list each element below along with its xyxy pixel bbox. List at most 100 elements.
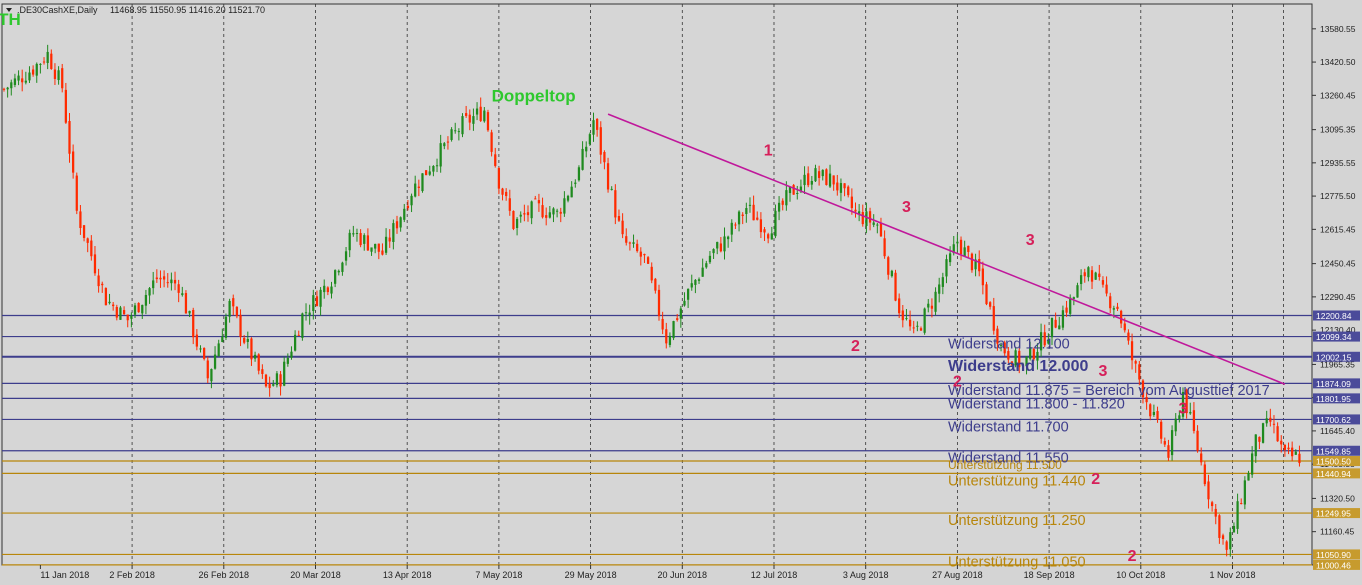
candle-body [272,384,275,386]
y-tick-label: 12935.55 [1320,158,1356,168]
y-tick-label: 12615.45 [1320,224,1356,234]
x-tick-label: 1 Nov 2018 [1209,570,1255,580]
candle-body [970,253,974,271]
candle-body [636,243,639,252]
candle-body [301,313,304,338]
candle-body [1207,481,1210,500]
candle-body [144,294,148,306]
candle-body [64,89,67,123]
y-tick-label: 11160.45 [1320,527,1354,537]
candle-body [992,306,995,331]
candle-body [122,310,126,315]
candle-body [865,211,868,227]
wave-label: 2 [1091,471,1100,488]
candle-body [1069,297,1072,314]
candle-body [1094,272,1097,280]
candle-body [807,173,810,186]
candle-body [767,234,770,239]
y-tick-label: 11320.50 [1320,493,1355,503]
candle-body [1130,341,1134,361]
wave-label: 3 [1026,232,1035,249]
candle-body [279,374,282,387]
candle-body [876,224,879,226]
candle-body [959,239,963,255]
level-label: Unterstützung 11.500 [948,458,1062,472]
candle-body [930,305,934,309]
candle-body [286,357,289,364]
candle-body [923,308,926,333]
candle-body [1291,447,1294,457]
candle-body [119,307,122,320]
candle-body [541,205,544,218]
candle-body [184,293,188,314]
candle-body [785,190,788,206]
candle-body [708,255,712,263]
candle-body [108,301,111,304]
x-tick-label: 26 Feb 2018 [199,570,250,580]
candle-body [159,277,162,280]
candle-body [443,143,446,147]
x-tick-label: 10 Oct 2018 [1116,570,1165,580]
candle-body [388,237,391,242]
candle-body [112,304,115,307]
candle-body [450,129,453,140]
candle-body [534,198,537,200]
candle-body [297,334,300,336]
candle-body [1214,508,1217,517]
candle-body [93,254,97,274]
candle-body [843,183,846,189]
candle-body [148,288,151,296]
candle-body [188,310,191,314]
candle-body [981,268,984,286]
candle-body [599,127,602,155]
price-tag-label: 11050.90 [1316,550,1351,560]
candle-body [1254,434,1257,457]
candle-body [213,354,217,369]
candle-body [716,241,719,249]
candle-body [348,232,351,251]
symbol-title: .DE30CashXE,Daily [17,5,98,15]
candle-body [763,229,766,233]
candle-body [166,282,169,284]
candle-body [1272,423,1276,425]
candle-body [257,354,260,371]
price-tag-label: 11801.95 [1316,394,1351,404]
candle-body [1112,308,1115,310]
candle-body [162,276,166,280]
x-tick-label: 18 Sep 2018 [1024,570,1075,580]
candle-body [712,249,715,254]
candle-body [861,212,864,225]
candle-body [890,270,894,277]
candle-body [606,163,610,190]
candle-body [1240,503,1243,505]
candle-body [566,195,570,201]
candle-body [268,383,271,389]
candle-body [344,251,348,261]
candle-body [410,195,413,206]
price-axis: 13580.55 13420.50 13260.45 13095.35 12935.55… [1312,24,1360,570]
candle-body [741,214,744,217]
candle-body [490,132,493,152]
candle-body [432,166,435,172]
candle-body [468,114,471,123]
candle-body [1090,270,1094,282]
candle-body [177,284,180,293]
wave-label: 1 [764,143,773,160]
candle-body [825,169,828,185]
candle-body [221,336,224,342]
candle-body [621,220,624,235]
candle-body [672,321,675,339]
candle-body [224,316,228,338]
candle-body [1210,502,1214,507]
x-tick-label: 29 May 2018 [565,570,617,580]
candle-body [341,262,344,272]
candle-body [486,112,490,131]
candle-body [243,337,246,343]
candle-body [781,200,784,205]
candle-body [570,186,573,198]
y-tick-label: 12775.50 [1320,191,1356,201]
wave-label: 3 [1179,400,1188,417]
candle-body [465,113,468,116]
candle-body [526,212,530,216]
candle-body [938,284,941,294]
